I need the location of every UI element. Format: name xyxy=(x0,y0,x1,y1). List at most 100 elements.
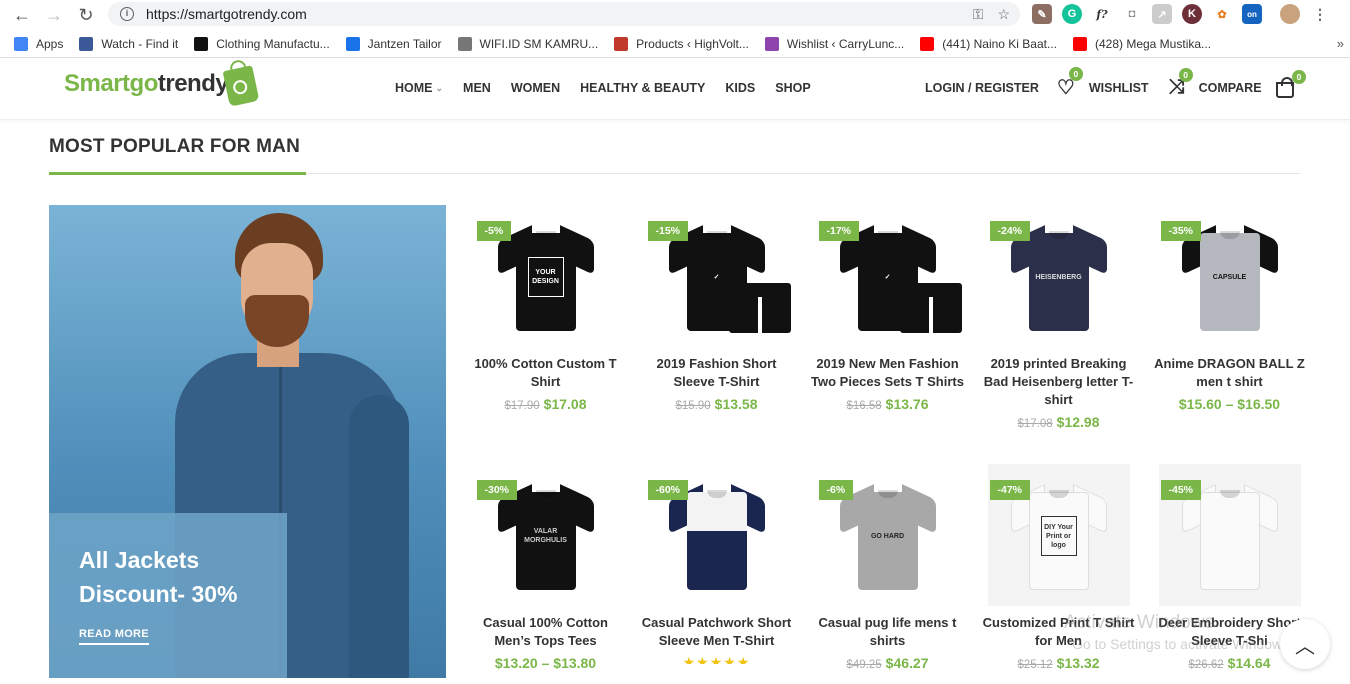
bookmark-item[interactable]: Wishlist ‹ CarryLunc... xyxy=(764,36,904,51)
product-card[interactable]: -6% GO HARD Casual pug life mens t shirts $… xyxy=(802,464,973,671)
promo-banner[interactable]: All Jackets Discount- 30% READ MORE xyxy=(49,205,446,678)
more-bookmarks-icon[interactable]: » xyxy=(1337,36,1344,51)
cart-count-badge: 0 xyxy=(1292,70,1306,84)
reload-icon[interactable]: ↻ xyxy=(70,3,102,27)
bookmark-item[interactable]: Watch - Find it xyxy=(79,36,178,51)
product-image[interactable]: -17% ✓ xyxy=(817,205,962,347)
carry-icon xyxy=(764,36,779,51)
login-register-link[interactable]: LOGIN / REGISTER xyxy=(925,81,1039,95)
site-logo[interactable]: Smartgotrendy xyxy=(64,70,229,98)
bookmark-item[interactable]: (441) Naino Ki Baat... xyxy=(920,36,1057,51)
sale-price: $14.64 xyxy=(1227,655,1271,671)
sale-price: $17.08 xyxy=(543,396,587,412)
discount-badge: -5% xyxy=(476,221,512,241)
bookmark-item[interactable]: (428) Mega Mustika... xyxy=(1072,36,1211,51)
product-card[interactable]: -60% Casual Patchwork Short Sleeve Men T-… xyxy=(631,464,802,664)
product-price: $15.90 $13.58 xyxy=(631,396,802,412)
flower-extension-icon[interactable]: ✿ xyxy=(1212,4,1232,24)
product-name[interactable]: Anime DRAGON BALL Z men t shirt xyxy=(1144,355,1315,391)
k-extension-icon[interactable]: K xyxy=(1182,4,1202,24)
product-price: $17.08 $12.98 xyxy=(973,414,1144,430)
nav-kids[interactable]: KIDS xyxy=(725,81,755,95)
shuffle-compare-icon: ⤨ 0 xyxy=(1169,68,1193,99)
product-card[interactable]: -17% ✓ 2019 New Men Fashion Two Pieces Set… xyxy=(802,205,973,412)
cart-bag-icon[interactable]: 0 xyxy=(1276,70,1306,98)
facebook-icon xyxy=(79,36,94,51)
arrow-extension-icon[interactable]: ↗ xyxy=(1152,4,1172,24)
product-name[interactable]: 2019 printed Breaking Bad Heisenberg let… xyxy=(973,355,1144,409)
profile-avatar[interactable] xyxy=(1280,4,1300,24)
key-icon[interactable]: ⚿ xyxy=(973,6,984,23)
tshirt-print-text: GO HARD xyxy=(870,532,905,540)
youtube-icon xyxy=(1072,36,1087,51)
wishlist-link[interactable]: ♡ 0 WISHLIST xyxy=(1057,67,1149,100)
product-card[interactable]: -30% VALAR MORGHULIS Casual 100% Cotton Me… xyxy=(460,464,631,671)
bookmark-item[interactable]: Clothing Manufactu... xyxy=(194,36,330,51)
heart-icon: ♡ 0 xyxy=(1057,67,1083,100)
site-info-icon[interactable]: i xyxy=(120,7,134,21)
address-bar[interactable]: i https://smartgotrendy.com ⚿ ☆ xyxy=(108,2,1020,26)
read-more-link[interactable]: READ MORE xyxy=(79,628,149,645)
shorts-graphic xyxy=(899,283,962,333)
grammarly-icon[interactable]: G xyxy=(1062,4,1082,24)
forward-arrow-icon[interactable]: → xyxy=(38,3,70,27)
windows-activation-watermark: Activate Windows xyxy=(1064,612,1214,633)
original-price: $16.58 xyxy=(846,400,882,412)
youtube-icon xyxy=(920,36,935,51)
discount-badge: -45% xyxy=(1160,480,1202,500)
product-image[interactable]: -6% GO HARD xyxy=(817,464,959,606)
product-image[interactable]: -24% HEISENBERG xyxy=(988,205,1130,347)
scroll-to-top-button[interactable]: ︿ xyxy=(1280,619,1330,669)
bookmark-item[interactable]: Products ‹ HighVolt... xyxy=(614,36,749,51)
nav-men[interactable]: MEN xyxy=(463,81,491,95)
product-card[interactable]: -5% YOUR DESIGN 100% Cotton Custom T Shirt… xyxy=(460,205,631,412)
product-image[interactable]: -15% ✓ xyxy=(646,205,791,347)
sale-price: $12.98 xyxy=(1056,414,1100,430)
nav-healthy-beauty[interactable]: HEALTHY & BEAUTY xyxy=(580,81,705,95)
main-navigation: HOME ⌄ MEN WOMEN HEALTHY & BEAUTY KIDS SH… xyxy=(395,81,811,95)
product-price: $13.20 – $13.80 xyxy=(460,655,631,671)
shorts-graphic xyxy=(728,283,791,333)
back-arrow-icon[interactable]: ← xyxy=(6,3,38,27)
chevron-up-icon: ︿ xyxy=(1295,635,1315,658)
compare-count-badge: 0 xyxy=(1178,68,1193,82)
sale-price: $13.20 – $13.80 xyxy=(494,655,597,671)
star-bookmark-icon[interactable]: ☆ xyxy=(997,6,1010,23)
product-price: $49.25 $46.27 xyxy=(802,655,973,671)
compare-link[interactable]: ⤨ 0 COMPARE xyxy=(1169,68,1262,99)
nav-shop[interactable]: SHOP xyxy=(775,81,810,95)
menu-dots-icon[interactable]: ⋮ xyxy=(1310,4,1330,24)
banner-headline: All Jackets Discount- 30% xyxy=(79,547,238,607)
tshirt-print-text: YOUR DESIGN xyxy=(527,257,564,297)
bookmark-item[interactable]: Apps xyxy=(14,36,63,51)
product-image[interactable]: -60% xyxy=(646,464,788,606)
bookmarks-bar: Apps Watch - Find it Clothing Manufactu...… xyxy=(0,30,1350,58)
on-extension-icon[interactable]: on xyxy=(1242,4,1262,24)
nav-women[interactable]: WOMEN xyxy=(511,81,560,95)
product-name[interactable]: Casual 100% Cotton Men’s Tops Tees xyxy=(460,614,631,650)
sale-price: $46.27 xyxy=(885,655,929,671)
product-card[interactable]: -24% HEISENBERG 2019 printed Breaking Bad … xyxy=(973,205,1144,430)
product-name[interactable]: 100% Cotton Custom T Shirt xyxy=(460,355,631,391)
nav-home[interactable]: HOME ⌄ xyxy=(395,81,443,95)
bookmark-item[interactable]: Jantzen Tailor xyxy=(345,36,442,51)
product-image[interactable]: -35% CAPSULE xyxy=(1159,205,1301,347)
bookmark-item[interactable]: WIFI.ID SM KAMRU... xyxy=(457,36,598,51)
product-image[interactable]: -5% YOUR DESIGN xyxy=(475,205,617,347)
camera-icon[interactable]: ◘ xyxy=(1122,4,1142,24)
formula-icon[interactable]: f? xyxy=(1092,4,1112,24)
product-image[interactable]: -47% DIY Your Print or logo xyxy=(987,464,1130,606)
extension-pen-icon[interactable]: ✎ xyxy=(1032,4,1052,24)
product-name[interactable]: Casual Patchwork Short Sleeve Men T-Shir… xyxy=(631,614,802,650)
product-image[interactable]: -30% VALAR MORGHULIS xyxy=(475,464,617,606)
link-icon xyxy=(345,36,360,51)
original-price: $49.25 xyxy=(846,659,882,671)
product-name[interactable]: Casual pug life mens t shirts xyxy=(802,614,973,650)
original-price: $17.90 xyxy=(504,400,540,412)
product-card[interactable]: -15% ✓ 2019 Fashion Short Sleeve T-Shirt $1… xyxy=(631,205,802,412)
product-name[interactable]: 2019 New Men Fashion Two Pieces Sets T S… xyxy=(802,355,973,391)
product-image[interactable]: -45% xyxy=(1158,464,1301,606)
tshirt-print-text xyxy=(1212,516,1248,556)
product-name[interactable]: 2019 Fashion Short Sleeve T-Shirt xyxy=(631,355,802,391)
product-card[interactable]: -35% CAPSULE Anime DRAGON BALL Z men t shi… xyxy=(1144,205,1315,412)
